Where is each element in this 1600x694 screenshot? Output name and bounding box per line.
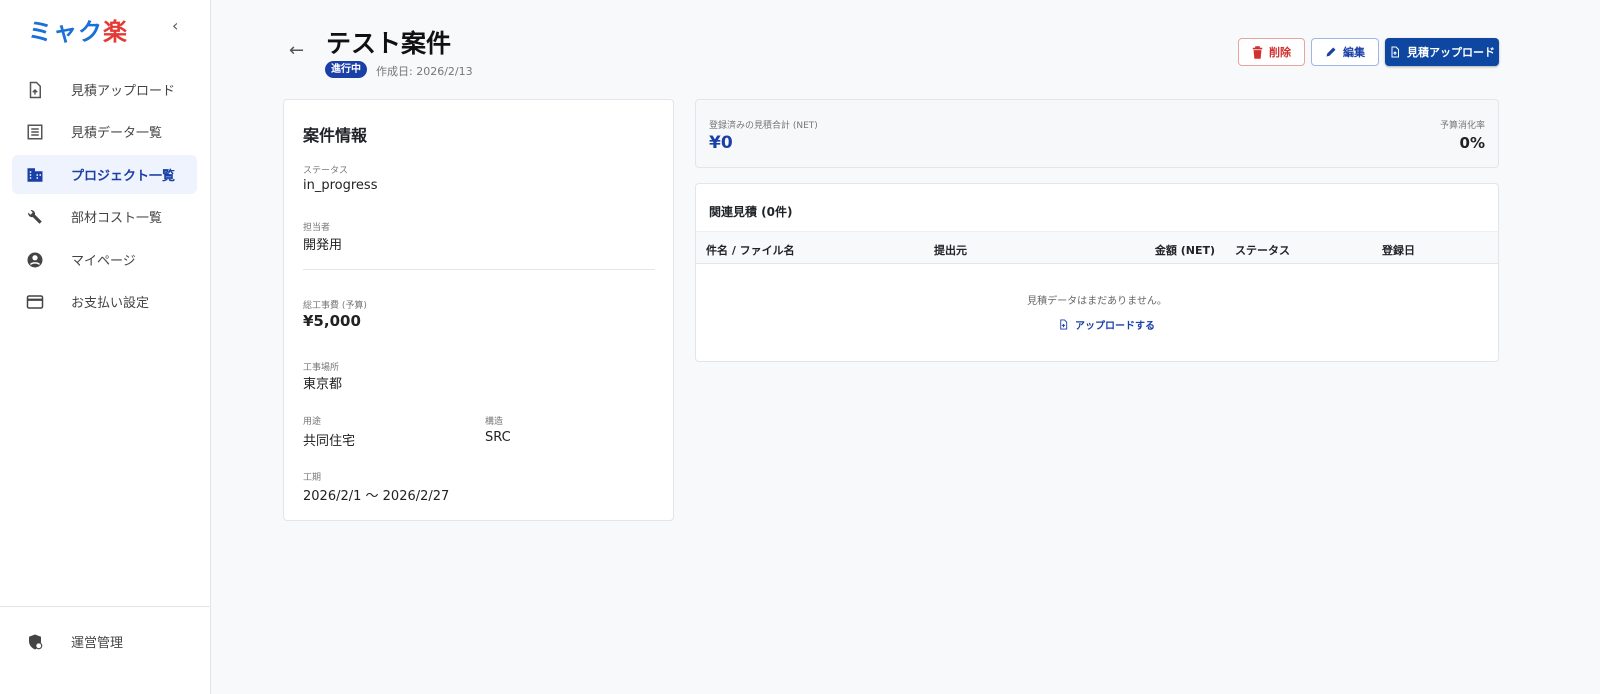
card-title: 案件情報 (303, 126, 368, 145)
admin-shield-icon (29, 634, 43, 649)
structure-value: SRC (485, 430, 511, 445)
credit-card-icon (26, 294, 44, 309)
use-value: 共同住宅 (303, 434, 356, 449)
budget-value: ¥5,000 (303, 312, 361, 330)
budget-rate-label: 予算消化率 (1439, 121, 1485, 131)
file-upload-icon (29, 81, 41, 98)
divider (0, 606, 210, 607)
owner-value: 開発用 (303, 238, 343, 253)
total-label: 登録済みの見積合計 (NET) (709, 121, 818, 131)
column-header-vendor[interactable]: 提出元 (934, 242, 967, 258)
column-header-status[interactable]: ステータス (1235, 242, 1290, 258)
collapse-sidebar-button[interactable]: ‹ (172, 16, 178, 35)
sidebar-item-payment[interactable]: お支払い設定 (12, 282, 197, 321)
divider (303, 269, 655, 270)
card-title: 関連見積 (0件) (709, 205, 793, 219)
file-upload-icon (1060, 319, 1068, 330)
logo[interactable]: ミャク楽 (28, 12, 128, 47)
summary-card: 登録済みの見積合計 (NET) ¥0 予算消化率 0% (695, 99, 1499, 168)
project-info-card: 案件情報 ステータス in_progress 担当者 開発用 総工事費 (予算)… (283, 99, 674, 521)
total-value: ¥0 (709, 133, 733, 153)
sidebar-item-projects[interactable]: プロジェクト一覧 (12, 155, 197, 194)
created-date: 作成日: 2026/2/13 (376, 65, 473, 78)
account-icon (27, 252, 43, 267)
building-icon (27, 167, 43, 182)
structure-label: 構造 (485, 417, 504, 427)
file-upload-icon (1391, 46, 1399, 58)
wrench-icon (28, 209, 42, 224)
list-icon (27, 124, 43, 139)
status-value: in_progress (303, 178, 378, 193)
budget-rate-value: 0% (1459, 134, 1485, 152)
table-header: 件名 / ファイル名 提出元 金額 (NET) ステータス 登録日 (696, 231, 1498, 264)
column-header-amount[interactable]: 金額 (NET) (1155, 242, 1215, 258)
sidebar-item-admin[interactable]: 運営管理 (12, 622, 197, 661)
edit-button[interactable]: 編集 (1311, 38, 1379, 66)
sidebar-item-upload[interactable]: 見積アップロード (12, 70, 197, 109)
status-label: ステータス (303, 166, 349, 176)
location-label: 工事場所 (303, 363, 340, 373)
sidebar: ミャク楽 ‹ 見積アップロード 見積データ一覧 プロジェクト一覧 部材コスト一覧… (0, 0, 211, 694)
pencil-icon (1326, 47, 1336, 57)
sidebar-item-material-costs[interactable]: 部材コスト一覧 (12, 197, 197, 236)
upload-link[interactable]: アップロードする (1058, 317, 1155, 332)
back-arrow-icon[interactable]: ← (289, 40, 304, 61)
status-badge: 進行中 (325, 61, 367, 78)
budget-label: 総工事費 (予算) (303, 301, 367, 311)
owner-label: 担当者 (303, 223, 331, 233)
trash-icon (1252, 45, 1263, 59)
sidebar-item-estimates[interactable]: 見積データ一覧 (12, 112, 197, 151)
upload-estimate-button[interactable]: 見積アップロード (1385, 38, 1499, 66)
column-header-name[interactable]: 件名 / ファイル名 (706, 242, 795, 258)
sidebar-item-mypage[interactable]: マイページ (12, 240, 197, 279)
column-header-date[interactable]: 登録日 (1382, 242, 1415, 258)
location-value: 東京都 (303, 377, 343, 392)
period-value: 2026/2/1 〜 2026/2/27 (303, 489, 450, 504)
page-title: テスト案件 (326, 29, 452, 58)
related-estimates-card: 関連見積 (0件) 件名 / ファイル名 提出元 金額 (NET) ステータス … (695, 183, 1499, 362)
use-label: 用途 (303, 417, 322, 427)
delete-button[interactable]: 削除 (1238, 38, 1305, 66)
period-label: 工期 (303, 473, 322, 483)
empty-message: 見積データはまだありません。 (1027, 296, 1167, 307)
